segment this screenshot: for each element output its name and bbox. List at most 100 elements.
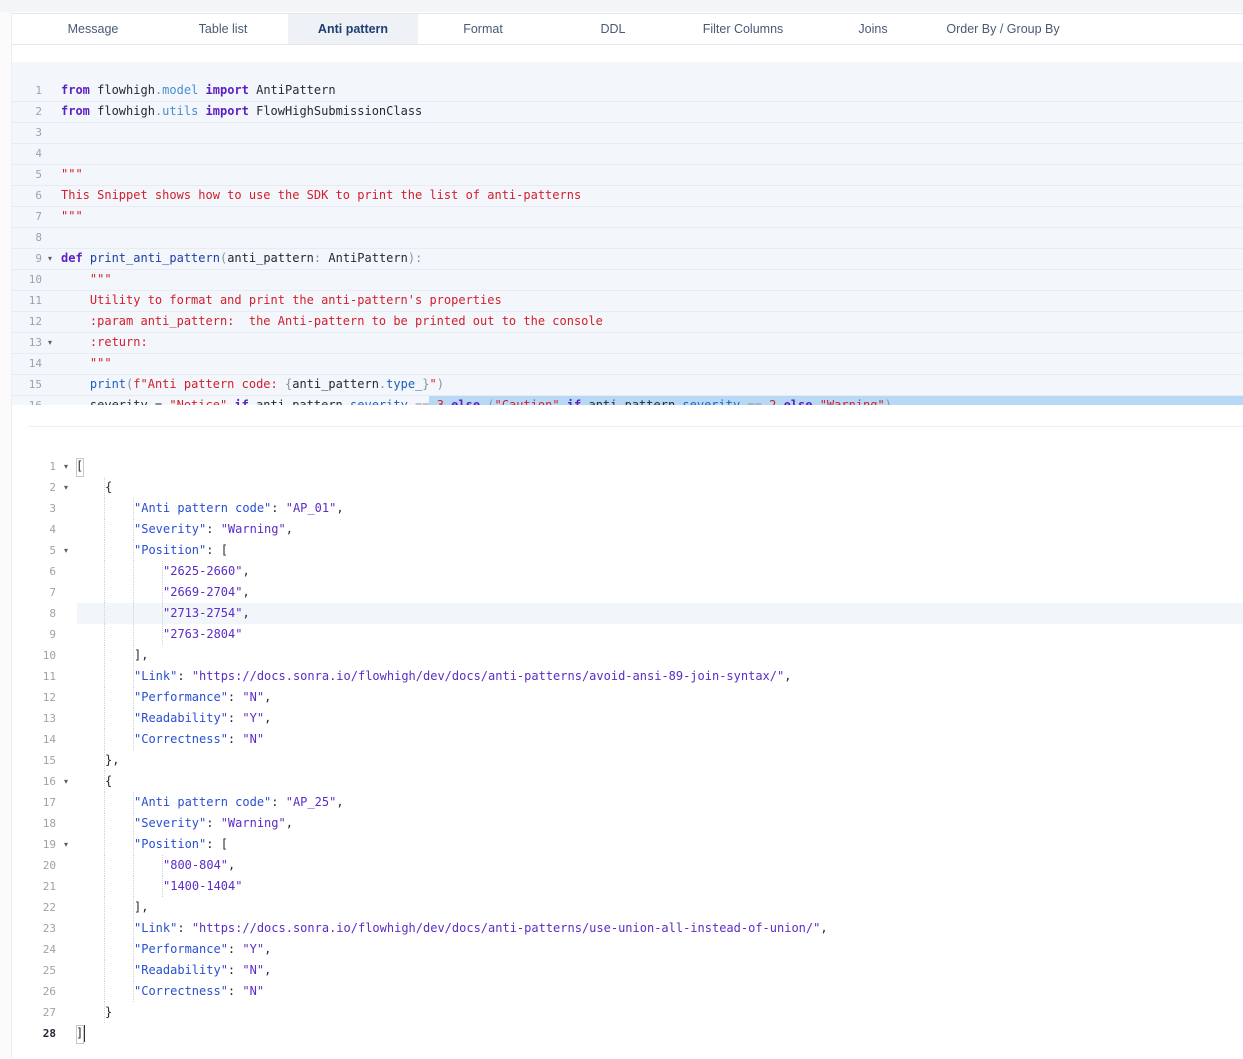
indent-guide bbox=[104, 876, 105, 897]
line-number: 14 bbox=[42, 733, 56, 746]
text-cursor bbox=[84, 1025, 85, 1042]
code-row bbox=[12, 332, 1243, 354]
line-number: 3 bbox=[49, 502, 56, 515]
json-line: "Performance": "Y", bbox=[134, 942, 272, 956]
code-line: :return: bbox=[61, 335, 148, 349]
json-line: "2669-2704", bbox=[163, 585, 250, 599]
line-number: 21 bbox=[42, 880, 56, 893]
tab-filter-columns[interactable]: Filter Columns bbox=[678, 14, 808, 44]
line-number: 6 bbox=[35, 189, 42, 202]
indent-guide bbox=[104, 582, 105, 603]
line-number: 7 bbox=[35, 210, 42, 223]
line-number: 8 bbox=[35, 231, 42, 244]
indent-guide bbox=[133, 876, 134, 897]
line-number: 15 bbox=[28, 378, 42, 391]
fold-arrow-icon[interactable]: ▾ bbox=[48, 332, 52, 353]
line-number: 27 bbox=[42, 1006, 56, 1019]
line-number: 4 bbox=[35, 147, 42, 160]
json-line: "2763-2804" bbox=[163, 627, 243, 641]
indent-guide bbox=[104, 813, 105, 834]
line-number: 19 bbox=[42, 838, 56, 851]
json-line: "Correctness": "N" bbox=[134, 984, 265, 998]
fold-arrow-icon[interactable]: ▾ bbox=[64, 834, 68, 855]
indent-guide bbox=[104, 792, 105, 813]
indent-guide bbox=[104, 624, 105, 645]
fold-arrow-icon[interactable]: ▾ bbox=[64, 477, 68, 498]
tab-joins[interactable]: Joins bbox=[808, 14, 938, 44]
fold-arrow-icon[interactable]: ▾ bbox=[64, 456, 68, 477]
left-rail bbox=[0, 12, 12, 1058]
line-number: 13 bbox=[42, 712, 56, 725]
indent-guide bbox=[104, 897, 105, 918]
json-line: "Correctness": "N" bbox=[134, 732, 265, 746]
fold-arrow-icon[interactable]: ▾ bbox=[64, 771, 68, 792]
code-line: This Snippet shows how to use the SDK to… bbox=[61, 188, 582, 202]
line-number: 3 bbox=[35, 126, 42, 139]
tab-order-by-group-by[interactable]: Order By / Group By bbox=[938, 14, 1068, 44]
line-number: 24 bbox=[42, 943, 56, 956]
line-number: 4 bbox=[49, 523, 56, 536]
indent-guide bbox=[104, 960, 105, 981]
line-number: 20 bbox=[42, 859, 56, 872]
json-line: "Link": "https://docs.sonra.io/flowhigh/… bbox=[134, 921, 828, 935]
code-line: """ bbox=[61, 167, 83, 181]
json-line: "Link": "https://docs.sonra.io/flowhigh/… bbox=[134, 669, 792, 683]
indent-guide bbox=[104, 561, 105, 582]
line-number: 12 bbox=[42, 691, 56, 704]
indent-guide bbox=[104, 981, 105, 1002]
line-number: 8 bbox=[49, 607, 56, 620]
line-number: 9 bbox=[35, 252, 42, 265]
json-line: "Readability": "Y", bbox=[134, 711, 272, 725]
json-line: "800-804", bbox=[163, 858, 236, 872]
tab-format[interactable]: Format bbox=[418, 14, 548, 44]
code-line: def print_anti_pattern(anti_pattern: Ant… bbox=[61, 251, 423, 265]
json-output-editor[interactable]: 1 ▾[2 ▾{3 "Anti pattern code": "AP_01", 4 "Se… bbox=[28, 426, 1243, 1059]
tab-ddl[interactable]: DDL bbox=[548, 14, 678, 44]
json-line: "Performance": "N", bbox=[134, 690, 272, 704]
indent-guide bbox=[104, 939, 105, 960]
line-number: 16 bbox=[42, 775, 56, 788]
line-number: 14 bbox=[28, 357, 42, 370]
indent-guide bbox=[104, 603, 105, 624]
json-line: ], bbox=[134, 648, 149, 662]
indent-guide bbox=[104, 645, 105, 666]
json-line: "Severity": "Warning", bbox=[134, 816, 293, 830]
bracket-match bbox=[76, 1025, 84, 1044]
line-number: 15 bbox=[42, 754, 56, 767]
line-number: 12 bbox=[28, 315, 42, 328]
fold-arrow-icon[interactable]: ▾ bbox=[64, 540, 68, 561]
line-number: 25 bbox=[42, 964, 56, 977]
json-line: } bbox=[105, 1005, 113, 1019]
json-line: ], bbox=[134, 900, 149, 914]
json-line: "Anti pattern code": "AP_25", bbox=[134, 795, 344, 809]
indent-guide bbox=[104, 540, 105, 561]
code-line: severity = "Notice" if anti_pattern.seve… bbox=[61, 398, 892, 405]
line-number: 26 bbox=[42, 985, 56, 998]
line-number: 2 bbox=[49, 481, 56, 494]
indent-guide bbox=[104, 708, 105, 729]
line-number: 11 bbox=[28, 294, 42, 307]
json-line: "2625-2660", bbox=[163, 564, 250, 578]
code-line: """ bbox=[61, 272, 112, 286]
tab-table-list[interactable]: Table list bbox=[158, 14, 288, 44]
indent-guide bbox=[104, 666, 105, 687]
code-row bbox=[12, 164, 1243, 186]
json-line: "Position": [ bbox=[134, 543, 228, 557]
tab-anti-pattern[interactable]: Anti pattern bbox=[288, 14, 418, 44]
code-line: """ bbox=[61, 209, 83, 223]
tab-message[interactable]: Message bbox=[28, 14, 158, 44]
line-number: 5 bbox=[35, 168, 42, 181]
indent-guide bbox=[133, 855, 134, 876]
indent-guide bbox=[104, 918, 105, 939]
python-code-editor[interactable]: 1 from flowhigh.model import AntiPattern 2… bbox=[12, 62, 1243, 405]
code-line: Utility to format and print the anti-pat… bbox=[61, 293, 502, 307]
json-line: { bbox=[105, 774, 113, 788]
line-number: 10 bbox=[42, 649, 56, 662]
code-row bbox=[12, 353, 1243, 375]
line-number: 18 bbox=[42, 817, 56, 830]
fold-arrow-icon[interactable]: ▾ bbox=[48, 248, 52, 269]
line-number: 9 bbox=[49, 628, 56, 641]
indent-guide bbox=[104, 834, 105, 855]
code-line: from flowhigh.utils import FlowHighSubmi… bbox=[61, 104, 423, 118]
json-line: }, bbox=[105, 753, 120, 767]
